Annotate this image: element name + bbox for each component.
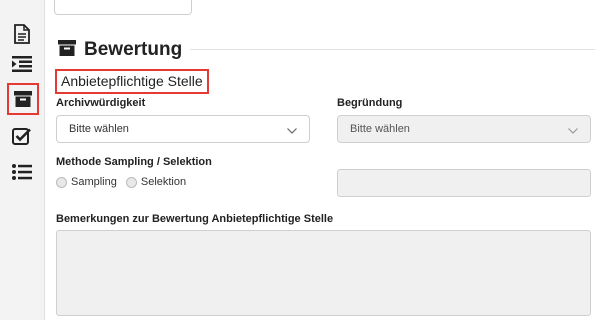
methode-label: Methode Sampling / Selektion <box>56 156 212 168</box>
title-divider <box>190 49 595 50</box>
selektion-radio-label[interactable]: Selektion <box>141 176 186 188</box>
chevron-down-icon <box>287 125 297 137</box>
checkbox-icon[interactable] <box>10 124 34 148</box>
page-title: Bewertung <box>84 39 183 60</box>
archive-box-icon[interactable] <box>7 83 39 115</box>
indent-list-icon[interactable] <box>10 52 34 76</box>
subheading: Anbietepflichtige Stelle <box>55 69 209 94</box>
document-icon[interactable] <box>10 22 34 46</box>
selektion-radio[interactable] <box>125 176 137 188</box>
sampling-radio[interactable] <box>56 176 67 188</box>
chevron-down-icon <box>568 125 578 137</box>
methode-radio-group: Sampling Selektion <box>56 176 195 188</box>
begruendung-select-value: Bitte wählen <box>350 123 410 135</box>
section-title: Bewertung <box>58 38 182 62</box>
previous-section-field[interactable] <box>54 0 192 15</box>
sidebar <box>0 0 45 320</box>
methode-detail-field[interactable] <box>337 169 591 197</box>
archivwuerdigkeit-label: Archivwürdigkeit <box>56 97 146 109</box>
begruendung-label: Begründung <box>337 97 403 109</box>
begruendung-select[interactable]: Bitte wählen <box>337 115 591 143</box>
bemerkungen-label: Bemerkungen zur Bewertung Anbietepflicht… <box>56 213 334 225</box>
bullet-list-icon[interactable] <box>10 160 34 184</box>
sampling-radio-label[interactable]: Sampling <box>71 176 117 188</box>
archivwuerdigkeit-select[interactable]: Bitte wählen <box>56 115 310 143</box>
archive-box-icon <box>58 39 76 61</box>
archivwuerdigkeit-select-value: Bitte wählen <box>69 123 129 135</box>
bemerkungen-textarea[interactable] <box>56 230 591 316</box>
